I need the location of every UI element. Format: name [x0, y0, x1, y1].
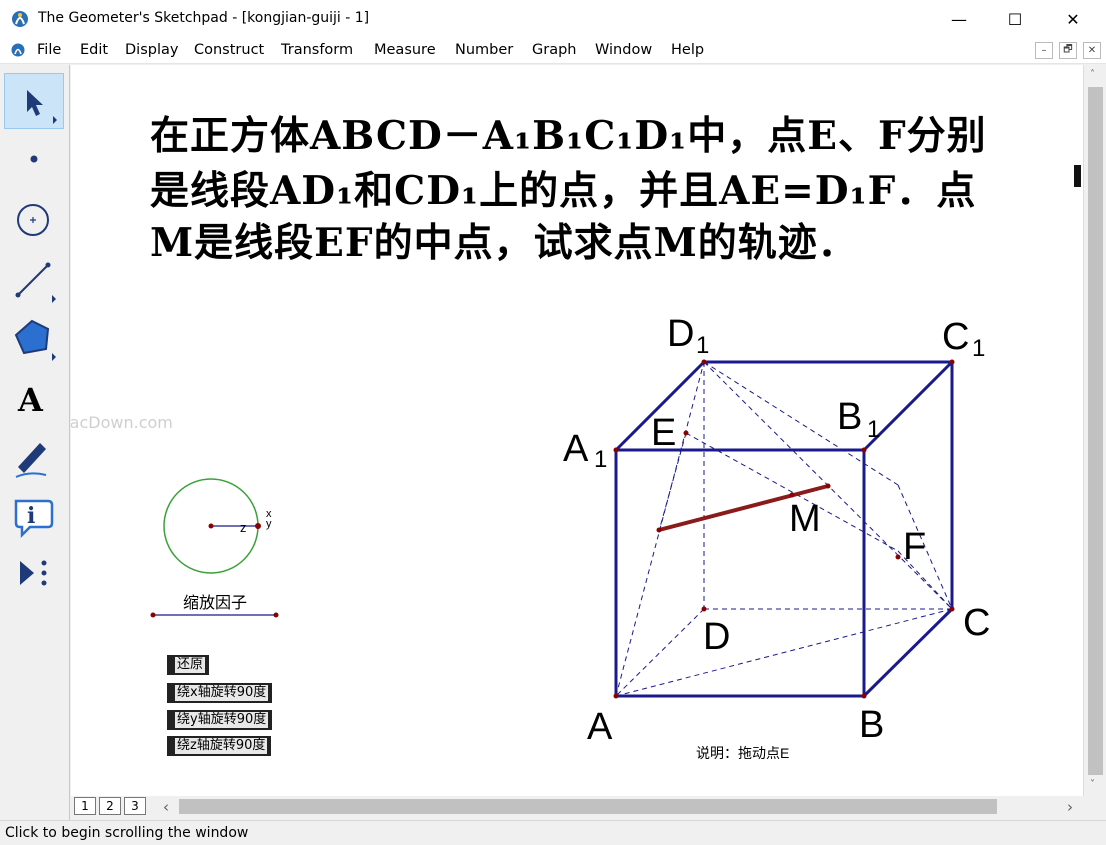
menu-edit[interactable]: Edit: [80, 42, 108, 58]
label-A1: A: [563, 428, 589, 470]
rotate-x-button[interactable]: 绕x轴旋转90度: [167, 683, 273, 703]
compass-tool[interactable]: [4, 193, 64, 249]
svg-text:i: i: [27, 503, 35, 529]
label-C1-sub: 1: [972, 335, 985, 362]
label-B1: B: [837, 396, 862, 438]
window-title: The Geometer's Sketchpad - [kongjian-gui…: [38, 10, 370, 26]
label-A1-sub: 1: [594, 446, 607, 473]
point-icon: [30, 155, 38, 163]
label-B: B: [859, 704, 884, 746]
scale-slider-end-point[interactable]: [273, 612, 279, 618]
reset-button-label: 还原: [175, 657, 206, 673]
page-tabs-and-hscroll: 1 2 3 ‹ ›: [71, 796, 1106, 818]
label-M: M: [789, 498, 821, 540]
straightedge-icon: [15, 262, 56, 303]
caption-drag-point-E: 说明：拖动点E: [696, 745, 789, 761]
reset-button[interactable]: 还原: [167, 655, 210, 675]
scroll-right-icon[interactable]: ›: [1067, 798, 1073, 816]
mdi-minimize-button[interactable]: –: [1035, 42, 1053, 59]
menu-graph[interactable]: Graph: [532, 42, 576, 58]
scroll-down-icon[interactable]: ˅: [1090, 779, 1095, 790]
mdi-restore-button[interactable]: 🗗: [1059, 42, 1077, 59]
vertical-scrollbar[interactable]: ˄ ˅: [1083, 65, 1106, 796]
text-tool-icon: A: [17, 381, 44, 419]
text-tool-glyph: A: [17, 381, 44, 419]
marker-tool[interactable]: [4, 429, 64, 485]
sketchpad-window: The Geometer's Sketchpad - [kongjian-gui…: [0, 0, 1106, 845]
custom-tools[interactable]: [4, 547, 64, 603]
rotate-x-button-label: 绕x轴旋转90度: [175, 685, 269, 701]
menu-number[interactable]: Number: [455, 42, 513, 58]
rotation-handle-point[interactable]: [255, 523, 261, 529]
straightedge-tool[interactable]: [4, 253, 64, 309]
title-bar: The Geometer's Sketchpad - [kongjian-gui…: [0, 0, 1106, 38]
compass-icon: [17, 204, 49, 236]
label-F: F: [903, 526, 926, 568]
label-E: E: [651, 412, 676, 454]
rotate-z-button-label: 绕z轴旋转90度: [175, 738, 268, 754]
polygon-tool[interactable]: [4, 311, 64, 367]
page-tab-2[interactable]: 2: [99, 797, 121, 815]
label-A: A: [587, 706, 613, 748]
menu-file[interactable]: File: [37, 42, 61, 58]
axis-label-z: z: [240, 520, 247, 535]
axis-label-y: y: [266, 518, 272, 530]
document-icon[interactable]: [10, 42, 26, 58]
toolbox: A i: [0, 65, 70, 822]
page-tab-3[interactable]: 3: [124, 797, 146, 815]
vertical-scroll-thumb[interactable]: [1088, 87, 1103, 775]
arrow-select-icon: [27, 90, 57, 124]
menu-display[interactable]: Display: [125, 42, 178, 58]
page-tab-1[interactable]: 1: [74, 797, 96, 815]
minimize-button[interactable]: —: [936, 0, 982, 38]
menu-transform[interactable]: Transform: [281, 42, 353, 58]
status-text: Click to begin scrolling the window: [5, 825, 249, 841]
rotate-y-button-label: 绕y轴旋转90度: [175, 712, 269, 728]
sketchpad-app-icon: [12, 11, 28, 27]
polygon-icon: [14, 319, 56, 361]
menu-construct[interactable]: Construct: [194, 42, 264, 58]
label-D1: D: [667, 313, 694, 355]
scroll-left-icon[interactable]: ‹: [163, 798, 169, 816]
menu-window[interactable]: Window: [595, 42, 652, 58]
rotate-y-button[interactable]: 绕y轴旋转90度: [167, 710, 273, 730]
label-D1-sub: 1: [696, 332, 709, 359]
marker-icon: [15, 443, 47, 478]
label-B1-sub: 1: [867, 416, 880, 443]
menu-measure[interactable]: Measure: [374, 42, 436, 58]
label-D: D: [703, 616, 730, 658]
sketch-canvas[interactable]: 在正方体ABCD－A₁B₁C₁D₁中，点E、F分别 是线段AD₁和CD₁上的点，…: [71, 65, 1083, 796]
information-icon: i: [14, 499, 54, 539]
scale-factor-label: 缩放因子: [183, 594, 247, 612]
mdi-close-button[interactable]: ✕: [1083, 42, 1101, 59]
custom-tools-icon: [20, 560, 47, 586]
label-C1: C: [942, 316, 969, 358]
rotate-z-button[interactable]: 绕z轴旋转90度: [167, 736, 272, 756]
scale-slider-start-point[interactable]: [150, 612, 156, 618]
text-tool[interactable]: A: [4, 371, 64, 427]
menu-help[interactable]: Help: [671, 42, 704, 58]
close-button[interactable]: ✕: [1050, 0, 1096, 38]
arrow-tool[interactable]: [4, 73, 64, 129]
scroll-up-icon[interactable]: ˄: [1090, 69, 1095, 80]
rotation-center-point[interactable]: [208, 523, 214, 529]
label-C: C: [963, 602, 990, 644]
horizontal-scroll-thumb[interactable]: [179, 799, 997, 814]
menu-bar: File Edit Display Construct Transform Me…: [0, 38, 1106, 64]
information-tool[interactable]: i: [4, 489, 64, 545]
maximize-button[interactable]: ☐: [992, 0, 1038, 38]
status-bar: Click to begin scrolling the window: [0, 820, 1106, 845]
point-tool[interactable]: [4, 133, 64, 189]
